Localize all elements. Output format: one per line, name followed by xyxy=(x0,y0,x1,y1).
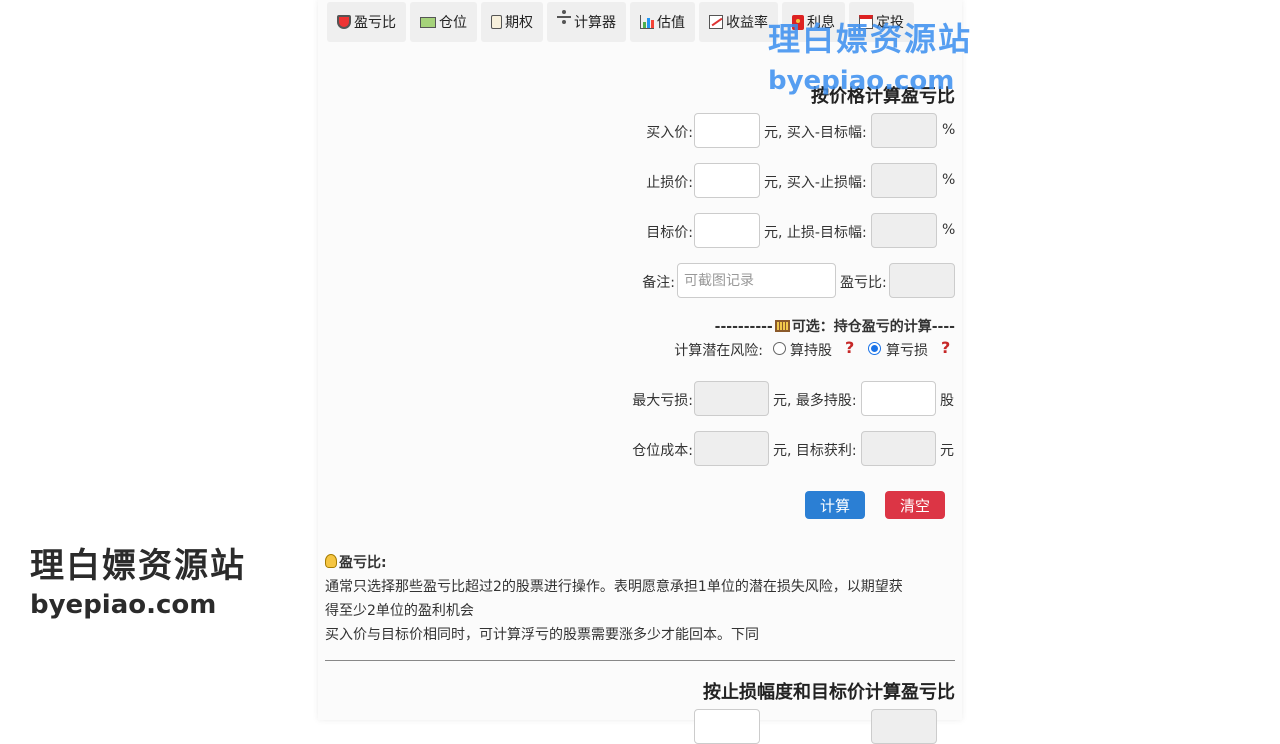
max-shares-input[interactable] xyxy=(861,381,936,416)
target-profit-output xyxy=(861,431,936,466)
trend-chart-icon xyxy=(709,15,723,29)
buy-price-input[interactable] xyxy=(694,113,760,148)
stop-price-input[interactable] xyxy=(694,163,760,198)
watermark-text-en: byepiao.com xyxy=(30,590,217,620)
buy-stop-range-label: 元, 买入-止损幅: xyxy=(764,175,867,191)
tab-valuation[interactable]: 估值 xyxy=(630,2,695,42)
watermark-text-en: byepiao.com xyxy=(768,66,955,96)
tab-options[interactable]: 期权 xyxy=(481,2,543,42)
buy-price-label: 买入价: xyxy=(646,125,693,141)
risk-calc-label: 计算潜在风险: xyxy=(674,343,763,359)
help-loss-icon[interactable]: ? xyxy=(941,338,950,357)
ratio-label: 盈亏比: xyxy=(840,275,887,291)
note-label: 备注: xyxy=(642,275,675,291)
watermark-text-cn: 理白嫖资源站 xyxy=(30,546,246,586)
money-icon xyxy=(420,16,436,28)
stop-target-range-label: 元, 止损-目标幅: xyxy=(764,225,867,241)
radio-calc-loss[interactable] xyxy=(868,342,881,355)
notes-line-1: 通常只选择那些盈亏比超过2的股票进行操作。表明愿意承担1单位的潜在损失风险，以期… xyxy=(325,579,903,595)
max-shares-label: 元, 最多持股: xyxy=(773,393,857,409)
buy-target-range-label: 元, 买入-目标幅: xyxy=(764,125,867,141)
stop-price-label: 止损价: xyxy=(646,175,693,191)
watermark-text-cn: 理白嫖资源站 xyxy=(768,20,973,58)
section2-output-1 xyxy=(871,709,937,744)
radio-calc-shares[interactable] xyxy=(773,342,786,355)
help-shares-icon[interactable]: ? xyxy=(845,338,854,357)
target-profit-label: 元, 目标获利: xyxy=(773,443,857,459)
optional-header: ---------- 可选：持仓盈亏的计算---- xyxy=(714,319,955,335)
notes-heading: 盈亏比: xyxy=(325,552,387,572)
ratio-output xyxy=(889,263,955,298)
radio-calc-loss-label[interactable]: 算亏损 xyxy=(886,340,928,360)
percent-unit: % xyxy=(942,172,956,188)
radio-calc-shares-label[interactable]: 算持股 xyxy=(790,340,832,360)
section-title-stop-range: 按止损幅度和目标价计算盈亏比 xyxy=(703,682,955,703)
tab-position[interactable]: 仓位 xyxy=(410,2,477,42)
target-price-input[interactable] xyxy=(694,213,760,248)
position-cost-output xyxy=(694,431,769,466)
tab-calculator[interactable]: 计算器 xyxy=(547,2,626,42)
section2-input-1[interactable] xyxy=(694,709,760,744)
scroll-icon xyxy=(491,15,502,29)
tab-return-rate[interactable]: 收益率 xyxy=(699,2,778,42)
max-loss-output xyxy=(694,381,769,416)
abacus-icon xyxy=(774,320,790,332)
tab-profit-loss-ratio[interactable]: 盈亏比 xyxy=(327,2,406,42)
note-input[interactable] xyxy=(677,263,836,298)
yuan-unit: 元 xyxy=(940,443,954,459)
stop-target-range-output xyxy=(871,213,937,248)
notes-line-2: 得至少2单位的盈利机会 xyxy=(325,603,474,619)
buy-stop-range-output xyxy=(871,163,937,198)
divide-icon xyxy=(557,10,571,26)
max-loss-label: 最大亏损: xyxy=(632,393,693,409)
buy-target-range-output xyxy=(871,113,937,148)
percent-unit: % xyxy=(942,222,956,238)
percent-unit: % xyxy=(942,122,956,138)
notes-line-3: 买入价与目标价相同时，可计算浮亏的股票需要涨多少才能回本。下同 xyxy=(325,627,759,643)
calculate-button[interactable]: 计算 xyxy=(805,491,865,519)
shares-unit: 股 xyxy=(940,393,954,409)
shield-icon xyxy=(337,15,351,29)
bar-chart-icon xyxy=(640,15,654,29)
target-price-label: 目标价: xyxy=(646,225,693,241)
position-cost-label: 仓位成本: xyxy=(632,443,693,459)
clear-button[interactable]: 清空 xyxy=(885,491,945,519)
lightbulb-icon xyxy=(325,554,337,568)
section-divider xyxy=(325,660,955,661)
